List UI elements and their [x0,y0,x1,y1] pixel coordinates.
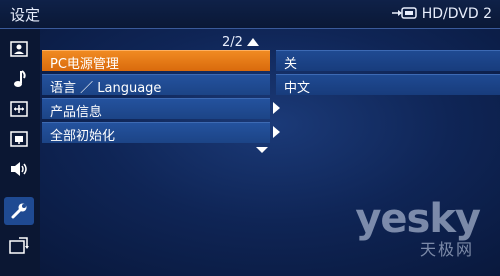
sidebar-item-sound-mode[interactable] [4,65,34,93]
hdmi-connector-icon [391,5,418,24]
value-pc-power[interactable]: 关 [276,50,500,72]
value-language[interactable]: 中文 [276,74,500,96]
menu-item-label: PC电源管理 [50,57,119,72]
sidebar-item-sound[interactable] [4,155,34,183]
menu-item-pc-power[interactable]: PC电源管理 [42,50,270,72]
page-title: 设定 [10,6,41,24]
tv-settings-screen: 设定 HD/DVD 2 2/2 PC电源管理 关 语言 ／ Language 中… [0,0,500,276]
watermark-subtext: 天极网 [419,240,474,259]
submenu-arrow-icon [273,102,280,114]
header-bar: 设定 HD/DVD 2 [0,0,500,29]
menu-item-label: 产品信息 [50,105,103,120]
menu-item-label: 语言 ／ Language [50,81,162,96]
input-source-icon [9,237,29,255]
sidebar-item-input[interactable] [4,232,34,260]
sidebar [0,29,40,276]
scroll-down-icon[interactable] [256,147,268,153]
value-text: 关 [284,57,298,72]
input-source-indicator: HD/DVD 2 [391,3,492,25]
wrench-icon [10,202,28,220]
sidebar-item-picture[interactable] [4,35,34,63]
sidebar-item-setup[interactable] [4,197,34,225]
speaker-icon [9,161,29,177]
scroll-up-icon[interactable] [246,35,259,50]
sidebar-item-screen[interactable] [4,95,34,123]
page-number: 2/2 [222,34,243,50]
sidebar-item-display[interactable] [4,125,34,153]
menu-item-reset-all[interactable]: 全部初始化 [42,122,270,144]
submenu-arrow-icon [273,126,280,138]
menu-item-language[interactable]: 语言 ／ Language [42,74,270,96]
menu-item-product-info[interactable]: 产品信息 [42,98,270,120]
display-settings-icon [10,131,28,147]
source-label: HD/DVD 2 [421,6,492,22]
screen-adjust-icon [10,101,28,117]
music-note-icon [11,70,27,88]
picture-icon [10,41,28,57]
value-text: 中文 [284,81,311,96]
page-indicator: 2/2 [222,34,259,50]
menu-item-label: 全部初始化 [50,129,116,144]
